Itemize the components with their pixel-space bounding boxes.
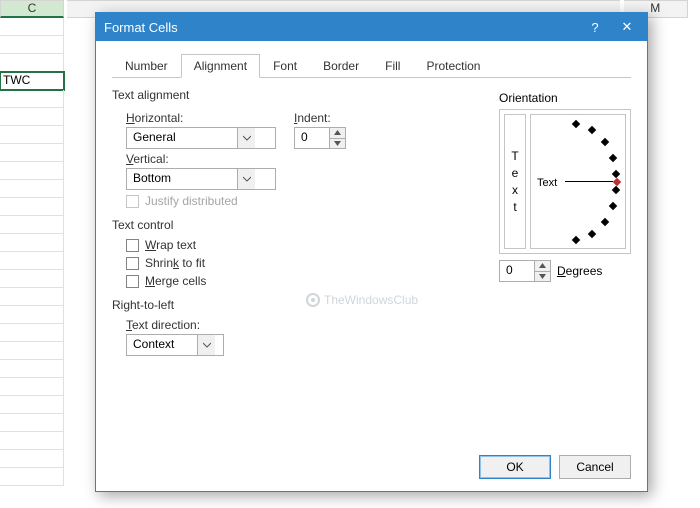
- cell[interactable]: [0, 108, 64, 126]
- cell[interactable]: [0, 252, 64, 270]
- cell[interactable]: [0, 342, 64, 360]
- cell[interactable]: [0, 288, 64, 306]
- text-direction-value: Context: [127, 335, 197, 355]
- orientation-panel: Text Text: [499, 109, 631, 254]
- orientation-label: Orientation: [499, 91, 631, 105]
- col-header-c[interactable]: C: [0, 0, 64, 18]
- justify-distributed-label: Justify distributed: [145, 194, 238, 208]
- spin-up-icon[interactable]: [330, 128, 345, 139]
- spin-up-icon[interactable]: [535, 261, 550, 272]
- cell[interactable]: [0, 36, 64, 54]
- chevron-down-icon: [237, 169, 255, 189]
- checkbox-icon: [126, 257, 139, 270]
- dialog-button-bar: OK Cancel: [479, 455, 631, 479]
- format-cells-dialog: Format Cells ? ✕ Number Alignment Font B…: [95, 12, 648, 492]
- cell[interactable]: [0, 144, 64, 162]
- orientation-indicator-line: [565, 181, 613, 182]
- horizontal-combo[interactable]: General: [126, 127, 276, 149]
- chevron-down-icon: [237, 128, 255, 148]
- tab-fill[interactable]: Fill: [372, 54, 413, 78]
- vertical-value: Bottom: [127, 169, 237, 189]
- cancel-button[interactable]: Cancel: [559, 455, 631, 479]
- orientation-text-label: Text: [537, 177, 557, 189]
- cell[interactable]: [0, 306, 64, 324]
- tab-font[interactable]: Font: [260, 54, 310, 78]
- dialog-title: Format Cells: [104, 20, 575, 35]
- indent-spinner[interactable]: 0: [294, 127, 346, 149]
- titlebar[interactable]: Format Cells ? ✕: [96, 13, 647, 41]
- cell[interactable]: [0, 360, 64, 378]
- cell[interactable]: [0, 18, 64, 36]
- merge-cells-label: Merge cells: [145, 274, 206, 288]
- cell[interactable]: [0, 198, 64, 216]
- orientation-arc[interactable]: Text: [530, 114, 626, 249]
- degrees-value: 0: [500, 261, 534, 281]
- checkbox-icon: [126, 195, 139, 208]
- vertical-combo[interactable]: Bottom: [126, 168, 276, 190]
- cell[interactable]: [0, 324, 64, 342]
- cell[interactable]: [0, 396, 64, 414]
- spin-down-icon[interactable]: [535, 272, 550, 282]
- horizontal-label: Horizontal:: [126, 111, 276, 125]
- cell[interactable]: [0, 378, 64, 396]
- checkbox-icon: [126, 239, 139, 252]
- degrees-spinner[interactable]: 0: [499, 260, 551, 282]
- checkbox-icon: [126, 275, 139, 288]
- cell[interactable]: [0, 180, 64, 198]
- cell[interactable]: [0, 450, 64, 468]
- tab-strip: Number Alignment Font Border Fill Protec…: [112, 53, 631, 78]
- text-direction-label: Text direction:: [126, 318, 631, 332]
- text-direction-combo[interactable]: Context: [126, 334, 224, 356]
- cell[interactable]: [0, 162, 64, 180]
- ok-button[interactable]: OK: [479, 455, 551, 479]
- cell[interactable]: [0, 468, 64, 486]
- indent-label: Indent:: [294, 111, 346, 125]
- wrap-text-label: Wrap text: [145, 238, 196, 252]
- rtl-label: Right-to-left: [112, 298, 631, 312]
- close-button[interactable]: ✕: [607, 13, 647, 41]
- rtl-group: Right-to-left Text direction: Context: [112, 298, 631, 356]
- cell[interactable]: [0, 216, 64, 234]
- degrees-label: Degrees: [557, 264, 602, 278]
- tab-number[interactable]: Number: [112, 54, 181, 78]
- shrink-to-fit-label: Shrink to fit: [145, 256, 205, 270]
- horizontal-value: General: [127, 128, 237, 148]
- orientation-group: Orientation Text Text: [499, 91, 631, 282]
- cell[interactable]: [0, 414, 64, 432]
- tab-border[interactable]: Border: [310, 54, 372, 78]
- tab-protection[interactable]: Protection: [413, 54, 493, 78]
- cell[interactable]: [0, 432, 64, 450]
- cell[interactable]: [0, 234, 64, 252]
- spin-down-icon[interactable]: [330, 139, 345, 149]
- cell[interactable]: [0, 126, 64, 144]
- active-cell[interactable]: TWC: [0, 72, 64, 90]
- orientation-vertical-text[interactable]: Text: [504, 114, 526, 249]
- cell[interactable]: [0, 270, 64, 288]
- tab-alignment[interactable]: Alignment: [181, 54, 260, 78]
- chevron-down-icon: [197, 335, 215, 355]
- cell[interactable]: [0, 90, 64, 108]
- indent-value: 0: [295, 128, 329, 148]
- cell[interactable]: [0, 54, 64, 72]
